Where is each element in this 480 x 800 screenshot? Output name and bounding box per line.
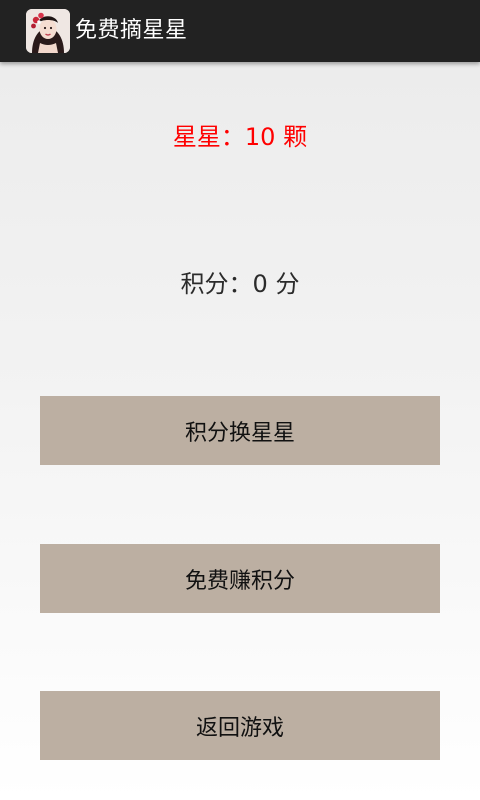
back-to-game-button[interactable]: 返回游戏: [40, 691, 440, 760]
score-label: 积分：0 分: [180, 270, 300, 298]
main-content: 星星：10 颗 积分：0 分 积分换星星 免费赚积分 返回游戏: [0, 62, 480, 800]
app-title: 免费摘星星: [75, 18, 188, 43]
back-to-game-button-label: 返回游戏: [195, 715, 284, 741]
stars-count-label: 星星：10 颗: [172, 123, 308, 151]
exchange-stars-button-label: 积分换星星: [184, 420, 295, 446]
exchange-stars-button[interactable]: 积分换星星: [40, 396, 440, 465]
earn-points-button-label: 免费赚积分: [184, 568, 295, 594]
earn-points-button[interactable]: 免费赚积分: [40, 544, 440, 613]
action-bar: 免费摘星星: [0, 0, 480, 62]
app-avatar-icon[interactable]: [26, 9, 70, 53]
